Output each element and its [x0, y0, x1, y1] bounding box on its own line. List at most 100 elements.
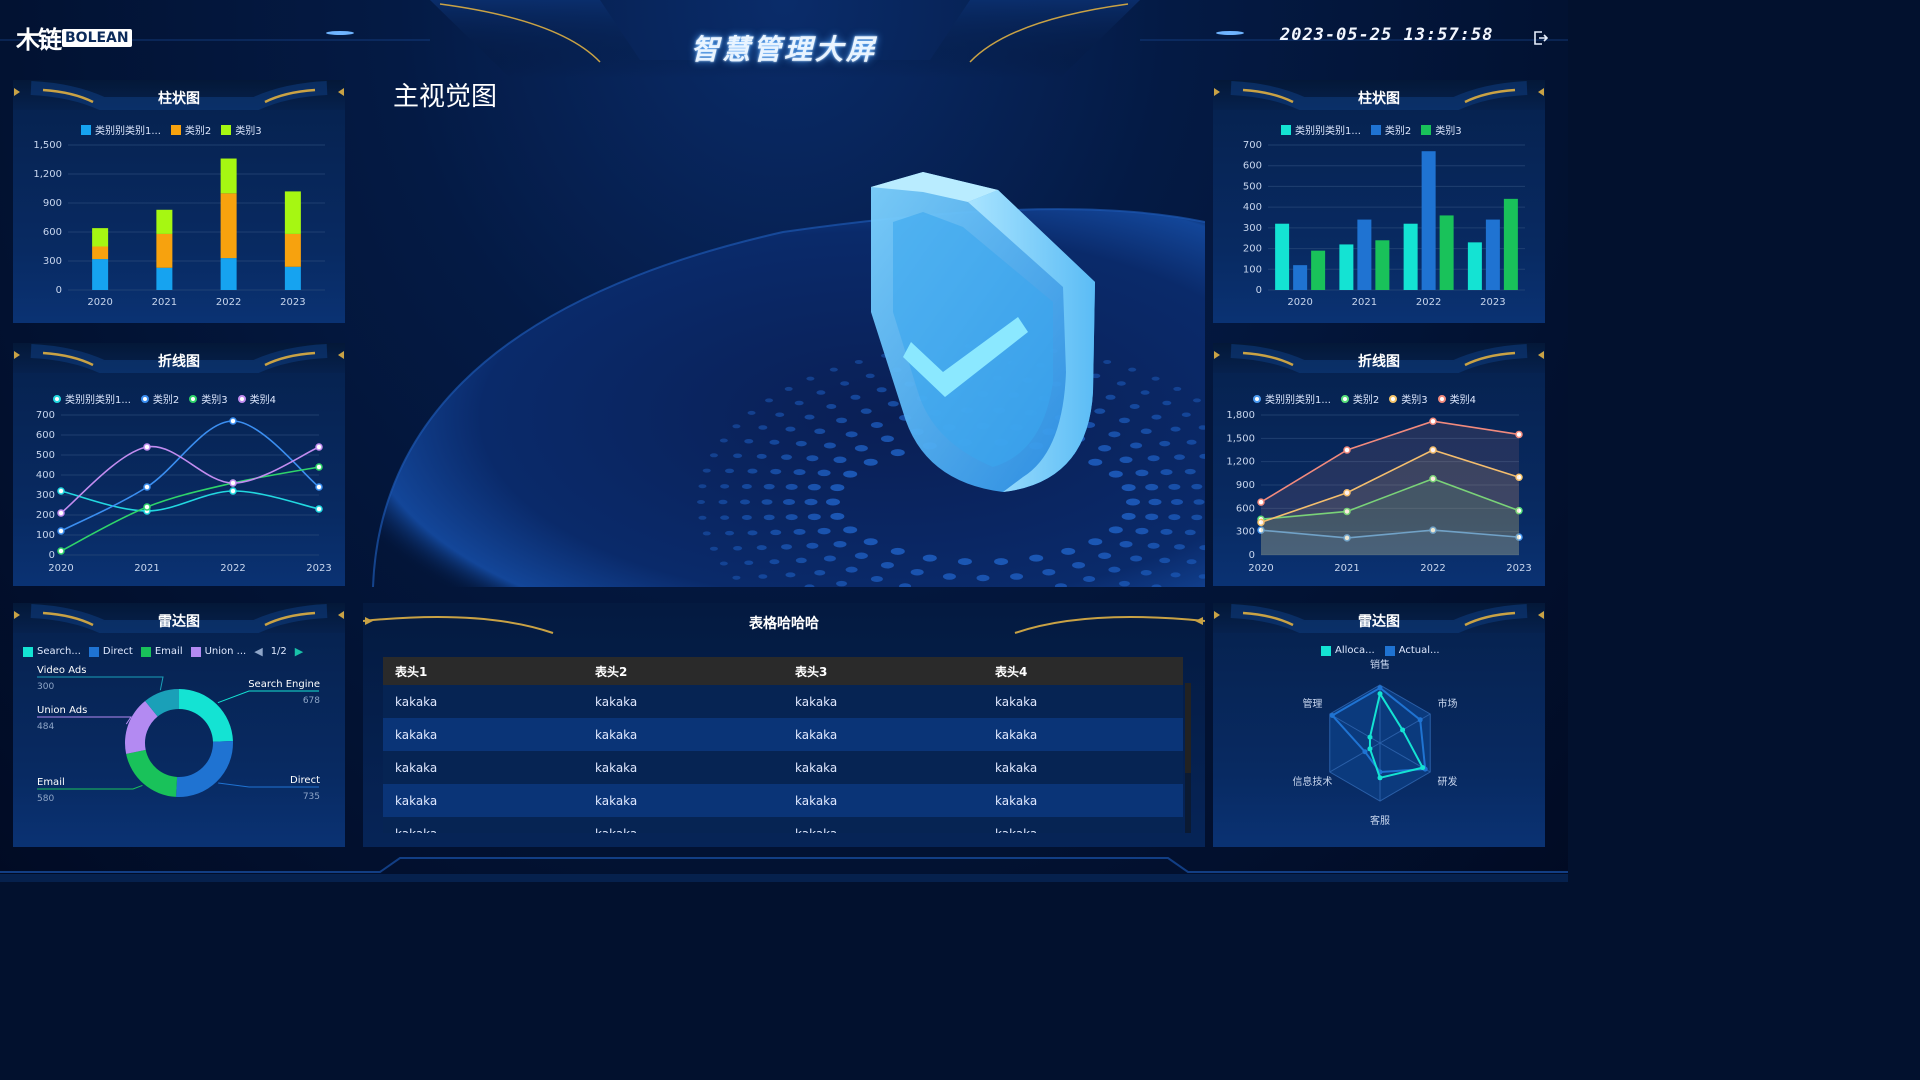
dot	[769, 439, 780, 445]
table-row[interactable]: kakaka kakaka kakaka kakaka	[383, 751, 1183, 784]
x-tick-label: 2022	[220, 563, 245, 574]
table-header-cell[interactable]: 表头1	[383, 657, 583, 685]
bar	[1503, 198, 1518, 290]
dot	[732, 575, 741, 580]
y-tick-label: 300	[43, 256, 62, 267]
dot	[1184, 529, 1196, 536]
table-cell: kakaka	[783, 751, 983, 784]
y-tick-label: 300	[36, 490, 55, 501]
bar	[220, 158, 237, 194]
dot	[709, 546, 718, 551]
data-point	[229, 417, 237, 425]
y-tick-label: 700	[36, 410, 55, 421]
dot	[1088, 458, 1103, 466]
data-point	[57, 547, 65, 555]
table-cell: kakaka	[583, 751, 783, 784]
dot	[890, 449, 905, 457]
radar-point	[1329, 712, 1335, 718]
dot	[1173, 454, 1185, 460]
dot	[698, 484, 707, 489]
dot	[741, 515, 752, 521]
bar	[156, 267, 173, 290]
table-row[interactable]: kakaka kakaka kakaka kakaka	[383, 784, 1183, 817]
bar	[1293, 265, 1308, 290]
dot	[865, 373, 875, 379]
dot	[781, 454, 793, 460]
bar	[1311, 250, 1326, 290]
dot	[763, 514, 775, 521]
table-cell: kakaka	[383, 685, 583, 718]
panel-radar-right: 雷达图 Alloca... Actual... 销售 市场 研发 客服 信息技术 管理	[1213, 603, 1545, 847]
radar-indicator-label: 市场	[1438, 697, 1458, 710]
radar-indicator-label: 研发	[1438, 775, 1458, 788]
data-point	[315, 463, 323, 471]
dot	[718, 499, 728, 505]
dot	[854, 445, 868, 452]
table-cell: kakaka	[583, 784, 783, 817]
dot	[890, 547, 905, 555]
panel-line-right: 折线图 类别别类别1... 类别2 类别3 类别4 0 300 600 900 1,20…	[1213, 343, 1545, 586]
y-tick-label: 500	[1243, 181, 1262, 192]
dot	[744, 560, 754, 565]
panel-line-left: 折线图 类别别类别1... 类别2 类别3 类别4 0 100 200 300 400 5…	[13, 343, 345, 586]
table-row[interactable]: kakaka kakaka kakaka kakaka	[383, 718, 1183, 751]
data-point	[143, 483, 151, 491]
dot	[1147, 542, 1160, 549]
table-header-cell[interactable]: 表头3	[783, 657, 983, 685]
dot	[854, 359, 863, 364]
bar	[220, 258, 237, 290]
bar	[284, 191, 301, 234]
datetime-display: 2023-05-25 13:57:58	[1280, 25, 1494, 45]
scrollbar-thumb[interactable]	[1185, 683, 1191, 773]
dot	[833, 540, 847, 548]
table-header-cell[interactable]: 表头4	[983, 657, 1183, 685]
dot	[1159, 557, 1171, 564]
table-scrollbar[interactable]	[1185, 683, 1191, 833]
radar-indicator-label: 销售	[1370, 658, 1390, 671]
table-cell: kakaka	[983, 784, 1183, 817]
main-visual: 主视觉图	[363, 72, 1205, 587]
table-header-cell[interactable]: 表头2	[583, 657, 783, 685]
table-cell: kakaka	[583, 718, 783, 751]
dot	[1186, 559, 1197, 565]
dot	[806, 542, 819, 549]
dot	[1126, 498, 1140, 506]
dot	[942, 573, 956, 580]
dot	[785, 514, 798, 521]
dot	[1108, 566, 1121, 573]
bar	[1421, 151, 1436, 290]
table-row[interactable]: kakaka kakaka kakaka kakaka	[383, 817, 1183, 833]
radar-point	[1400, 727, 1406, 733]
dot	[1160, 528, 1173, 535]
dot	[785, 483, 798, 490]
dot	[1173, 544, 1185, 550]
table-row[interactable]: kakaka kakaka kakaka kakaka	[383, 685, 1183, 718]
dot	[1083, 576, 1096, 583]
dot	[887, 401, 899, 407]
dot	[793, 469, 806, 476]
bar	[92, 259, 109, 290]
header-bar: 木链 BOLEAN 智慧管理大屏 2023-05-25 13:57:58	[0, 0, 1568, 80]
y-tick-label: 1,500	[1226, 433, 1255, 444]
leader-line	[37, 676, 164, 691]
dot	[807, 513, 821, 521]
radar-point	[1377, 685, 1383, 691]
dot	[845, 431, 858, 438]
dot	[1135, 469, 1149, 477]
logout-icon[interactable]	[1533, 30, 1549, 46]
dot	[1029, 554, 1044, 562]
dot	[769, 559, 780, 565]
dot	[1105, 394, 1116, 400]
dot	[1145, 483, 1159, 491]
dot	[725, 530, 735, 536]
dot	[830, 512, 845, 520]
y-tick-label: 600	[43, 227, 62, 238]
y-tick-label: 0	[56, 285, 62, 296]
dot	[830, 484, 845, 492]
dot	[756, 545, 767, 551]
dot	[747, 468, 758, 474]
dot	[826, 498, 840, 506]
footer-decoration	[0, 857, 1568, 882]
dot	[1151, 376, 1160, 381]
dot	[785, 572, 796, 578]
